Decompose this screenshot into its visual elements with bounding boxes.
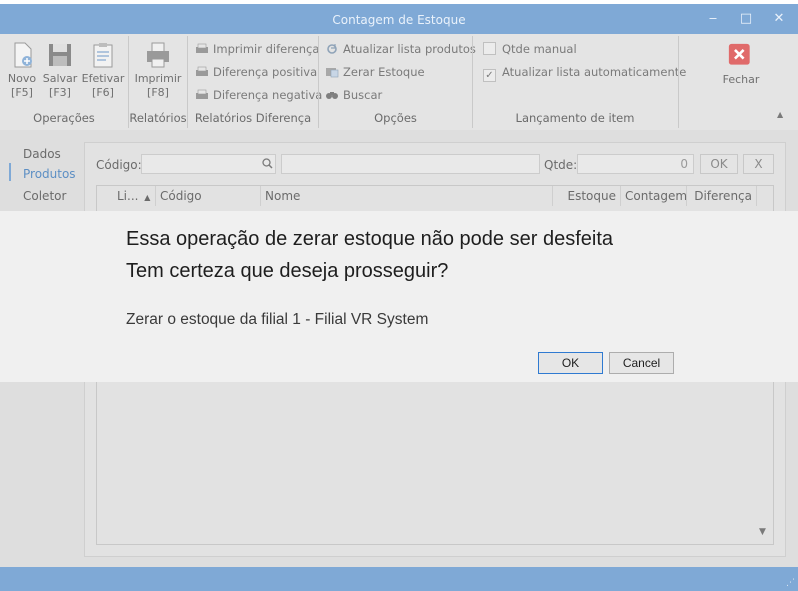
binoculars-icon: [326, 92, 338, 99]
zerar-estoque-button[interactable]: Zerar Estoque: [325, 63, 425, 81]
salvar-label: Salvar: [42, 72, 78, 85]
column-header-linha[interactable]: Li... ▲: [113, 186, 156, 206]
window-title: Contagem de Estoque: [332, 13, 466, 27]
dialog-message-line1: Essa operação de zerar estoque não pode …: [126, 228, 613, 250]
imprimir-shortcut: [F8]: [147, 86, 169, 99]
title-bar[interactable]: Contagem de Estoque ‒ □ ✕: [0, 4, 798, 34]
column-header-nome[interactable]: Nome: [261, 186, 553, 206]
imprimir-label: Imprimir: [134, 72, 182, 85]
ok-entry-button[interactable]: OK: [700, 154, 738, 174]
column-header-diferenca[interactable]: Diferença: [687, 186, 757, 206]
atualizar-lista-automaticamente-checkbox[interactable]: ✓ Atualizar lista automaticamente: [483, 63, 687, 82]
minimize-button[interactable]: ‒: [699, 9, 727, 29]
printer-icon: [147, 42, 169, 68]
codigo-label: Código:: [96, 158, 142, 172]
collapse-ribbon-icon[interactable]: ▲: [777, 110, 783, 119]
fechar-label: Fechar: [722, 73, 760, 86]
group-label-relatorios: Relatórios: [129, 111, 187, 125]
salvar-shortcut: [F3]: [49, 86, 71, 99]
column-header-label: Li...: [117, 189, 139, 203]
ribbon-separator: [678, 36, 679, 128]
column-header-codigo[interactable]: Código: [156, 186, 261, 206]
maximize-icon: □: [739, 11, 753, 26]
imprimir-button[interactable]: Imprimir [F8]: [134, 40, 182, 100]
atualizar-lista-produtos-label: Atualizar lista produtos: [343, 42, 476, 56]
group-label-opcoes: Opções: [374, 111, 417, 125]
maximize-button[interactable]: □: [732, 9, 760, 29]
qtde-manual-label: Qtde manual: [502, 42, 577, 56]
qtde-input[interactable]: 0: [577, 154, 694, 174]
diferenca-negativa-button[interactable]: Diferença negativa: [195, 86, 322, 104]
checkmark-icon: ✓: [483, 69, 496, 82]
scroll-down-icon[interactable]: ▼: [759, 527, 766, 537]
checkbox-unchecked-icon: [483, 42, 496, 55]
dialog-ok-button[interactable]: OK: [538, 352, 603, 374]
printer-small-icon: [196, 66, 208, 76]
diferenca-positiva-label: Diferença positiva: [213, 65, 318, 79]
group-label-relatorios-diferenca: Relatórios Diferença: [194, 111, 312, 125]
clear-entry-button[interactable]: X: [743, 154, 774, 174]
printer-small-icon: [196, 89, 208, 99]
buscar-button[interactable]: Buscar: [325, 86, 382, 104]
fechar-button[interactable]: Fechar: [716, 43, 766, 87]
close-window-button[interactable]: ✕: [765, 9, 793, 29]
qtde-manual-checkbox[interactable]: Qtde manual: [483, 40, 577, 58]
close-red-icon: [728, 43, 750, 65]
product-name-field: [281, 154, 540, 174]
resize-grip-icon[interactable]: ⋰: [786, 578, 795, 588]
search-icon[interactable]: [262, 158, 273, 169]
diferenca-positiva-button[interactable]: Diferença positiva: [195, 63, 317, 81]
atualizar-lista-produtos-button[interactable]: Atualizar lista produtos: [325, 40, 476, 58]
nav-item-produtos[interactable]: Produtos: [23, 167, 76, 181]
refresh-icon: [327, 44, 337, 54]
efetivar-label: Efetivar: [81, 72, 125, 85]
dialog-message-line2: Tem certeza que deseja prosseguir?: [126, 260, 449, 282]
column-header-estoque[interactable]: Estoque: [553, 186, 621, 206]
save-disk-icon: [49, 44, 71, 66]
dialog-detail: Zerar o estoque da filial 1 - Filial VR …: [126, 311, 429, 328]
nav-item-coletor[interactable]: Coletor: [23, 189, 66, 203]
imprimir-diferenca-button[interactable]: Imprimir diferença: [195, 40, 319, 58]
salvar-button[interactable]: Salvar [F3]: [38, 40, 82, 100]
status-bar: [0, 567, 798, 591]
zerar-estoque-label: Zerar Estoque: [343, 65, 425, 79]
qtde-label: Qtde:: [544, 158, 578, 172]
column-header-contagem[interactable]: Contagem: [621, 186, 687, 206]
diferenca-negativa-label: Diferença negativa: [213, 88, 323, 102]
efetivar-shortcut: [F6]: [92, 86, 114, 99]
minimize-icon: ‒: [708, 11, 718, 26]
new-document-icon: [14, 42, 32, 68]
buscar-label: Buscar: [343, 88, 383, 102]
nav-item-dados[interactable]: Dados: [23, 147, 61, 161]
sort-ascending-icon: ▲: [144, 193, 151, 202]
eraser-icon: [326, 68, 339, 78]
imprimir-diferenca-label: Imprimir diferença: [213, 42, 320, 56]
close-icon: ✕: [773, 11, 785, 26]
group-label-operacoes: Operações: [33, 111, 95, 125]
clipboard-icon: [93, 43, 113, 68]
group-label-lancamento: Lançamento de item: [515, 111, 635, 125]
printer-small-icon: [196, 43, 208, 53]
codigo-input[interactable]: [141, 154, 276, 174]
atualizar-lista-automaticamente-label: Atualizar lista automaticamente: [502, 65, 687, 79]
dialog-cancel-button[interactable]: Cancel: [609, 352, 674, 374]
nav-active-indicator: [9, 163, 11, 181]
efetivar-button[interactable]: Efetivar [F6]: [81, 40, 125, 100]
